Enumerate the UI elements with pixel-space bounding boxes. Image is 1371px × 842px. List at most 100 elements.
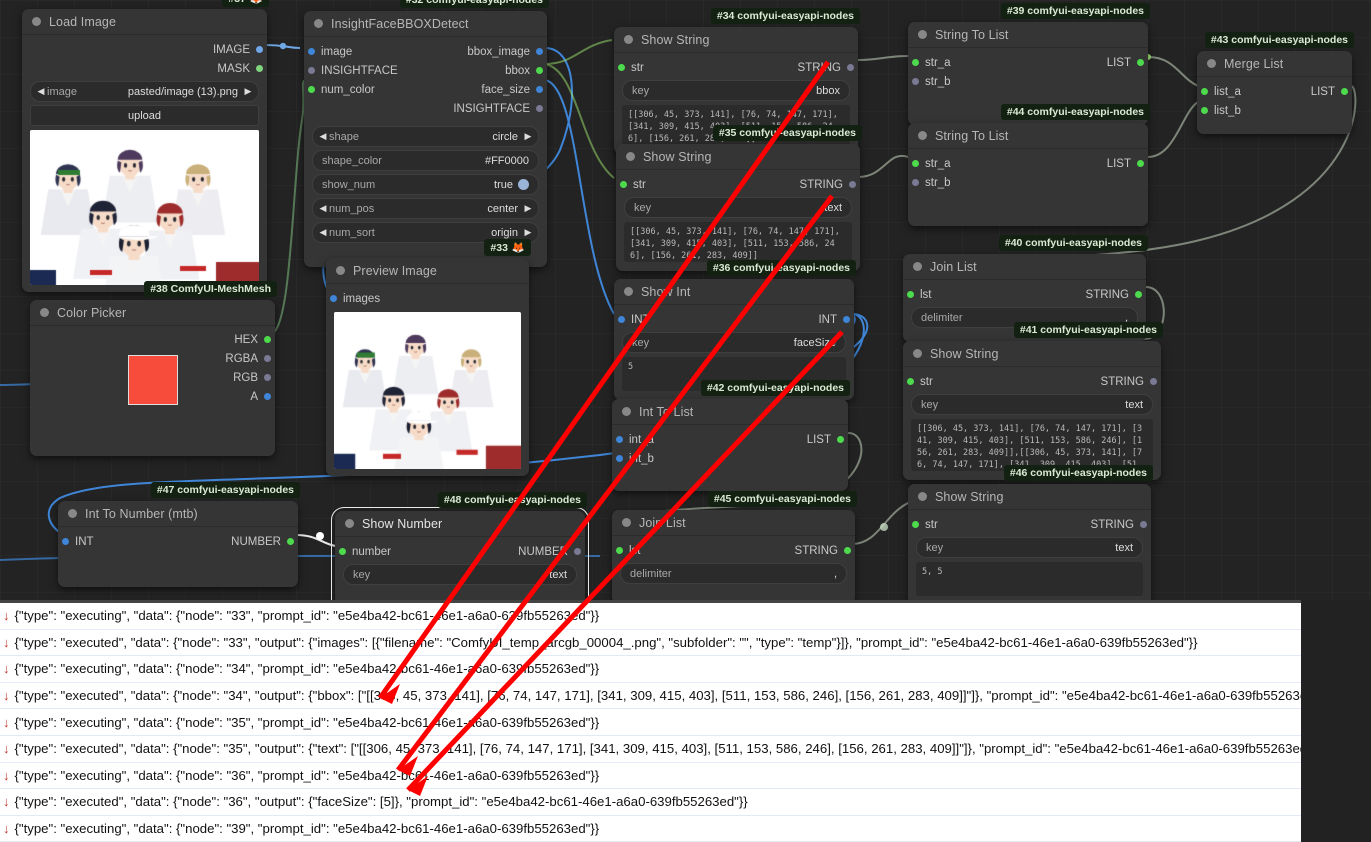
toggle-icon[interactable] [518,179,529,190]
collapse-dot-icon[interactable] [918,30,927,39]
output-string[interactable]: STRING [736,58,858,77]
port-dot-icon[interactable] [264,374,271,381]
port-dot-icon[interactable] [1201,107,1208,114]
input-list-a[interactable]: list_a [1197,82,1275,101]
port-dot-icon[interactable] [264,355,271,362]
log-row[interactable]: ↓ {"type": "executing", "data": {"node": … [0,656,1301,683]
input-images[interactable]: images [326,289,529,308]
output-mask[interactable]: MASK [22,59,267,78]
input-str[interactable]: str [903,372,1032,391]
node-title-bar[interactable]: Int To Number (mtb) [58,501,298,527]
chevron-right-icon[interactable]: ▶ [242,86,254,97]
port-dot-icon[interactable] [264,393,271,400]
widget-image[interactable]: ◀ image pasted/image (13).png ▶ [30,81,259,102]
port-dot-icon[interactable] [308,48,315,55]
chevron-left-icon[interactable]: ◀ [317,227,329,238]
collapse-dot-icon[interactable] [68,509,77,518]
node-title-bar[interactable]: Merge List [1197,51,1352,77]
port-dot-icon[interactable] [847,64,854,71]
node-title-bar[interactable]: Show String [908,484,1151,510]
node-string-to-list-44[interactable]: #44 comfyui-easyapi-nodes String To List… [908,104,1150,226]
widget-delimiter[interactable]: delimiter , [620,563,847,584]
widget-show-num[interactable]: show_num true [312,174,539,195]
collapse-dot-icon[interactable] [32,17,41,26]
output-text-box[interactable]: 5, 5 [916,562,1143,596]
log-row[interactable]: ↓ {"type": "executed", "data": {"node": "… [0,683,1301,710]
chevron-right-icon[interactable]: ▶ [522,203,534,214]
port-dot-icon[interactable] [256,46,263,53]
port-dot-icon[interactable] [536,105,543,112]
port-dot-icon[interactable] [308,86,315,93]
collapse-dot-icon[interactable] [913,262,922,271]
port-dot-icon[interactable] [256,65,263,72]
port-dot-icon[interactable] [264,336,271,343]
input-int[interactable]: INT [58,532,178,551]
port-dot-icon[interactable] [912,160,919,167]
port-dot-icon[interactable] [536,48,543,55]
output-bbox-image[interactable]: bbox_image [426,42,548,61]
output-a[interactable]: A [30,387,275,406]
output-number[interactable]: NUMBER [178,532,298,551]
port-dot-icon[interactable] [843,316,850,323]
output-rgba[interactable]: RGBA [30,349,275,368]
output-list[interactable]: LIST [1275,82,1353,101]
port-dot-icon[interactable] [849,181,856,188]
output-hex[interactable]: HEX [30,330,275,349]
widget-key[interactable]: key faceSize [622,332,846,353]
output-string[interactable]: STRING [1032,372,1161,391]
port-dot-icon[interactable] [618,316,625,323]
port-dot-icon[interactable] [574,548,581,555]
input-int-a[interactable]: int_a [612,430,730,449]
node-load-image[interactable]: #37🦊 Load Image IMAGE MASK [22,0,269,292]
output-rgb[interactable]: RGB [30,368,275,387]
input-list-b[interactable]: list_b [1197,101,1352,120]
port-dot-icon[interactable] [912,59,919,66]
input-str[interactable]: str [908,515,1030,534]
widget-num-pos[interactable]: ◀ num_pos center ▶ [312,198,539,219]
collapse-dot-icon[interactable] [345,519,354,528]
log-row[interactable]: ↓ {"type": "executing", "data": {"node": … [0,603,1301,630]
port-dot-icon[interactable] [536,86,543,93]
node-merge-list-43[interactable]: #43 comfyui-easyapi-nodes Merge List lis… [1197,32,1354,134]
output-image[interactable]: IMAGE [22,40,267,59]
log-row[interactable]: ↓ {"type": "executing", "data": {"node": … [0,816,1301,842]
output-string[interactable]: STRING [734,541,856,560]
log-row[interactable]: ↓ {"type": "executed", "data": {"node": "… [0,736,1301,763]
input-image[interactable]: image [304,42,426,61]
collapse-dot-icon[interactable] [622,518,631,527]
port-dot-icon[interactable] [330,295,337,302]
port-dot-icon[interactable] [616,455,623,462]
log-row[interactable]: ↓ {"type": "executed", "data": {"node": "… [0,789,1301,816]
port-dot-icon[interactable] [616,436,623,443]
widget-key[interactable]: key text [624,197,852,218]
port-dot-icon[interactable] [536,67,543,74]
port-dot-icon[interactable] [1137,160,1144,167]
workflow-canvas[interactable]: #37🦊 Load Image IMAGE MASK [0,0,1371,600]
chevron-left-icon[interactable]: ◀ [317,203,329,214]
node-int-to-number-47[interactable]: #47 comfyui-easyapi-nodes Int To Number … [58,482,300,587]
input-str-b[interactable]: str_b [908,72,1148,91]
node-title-bar[interactable]: String To List [908,123,1148,149]
output-string[interactable]: STRING [1025,285,1147,304]
port-dot-icon[interactable] [907,378,914,385]
output-int[interactable]: INT [734,310,854,329]
widget-key[interactable]: key text [343,564,577,585]
port-dot-icon[interactable] [837,436,844,443]
port-dot-icon[interactable] [912,521,919,528]
input-str[interactable]: str [616,175,738,194]
input-lst[interactable]: lst [903,285,1025,304]
collapse-dot-icon[interactable] [336,266,345,275]
widget-key[interactable]: key bbox [622,80,850,101]
node-title-bar[interactable]: Join List [612,510,855,536]
node-int-to-list-42[interactable]: #42 comfyui-easyapi-nodes Int To List in… [612,380,850,491]
input-str-b[interactable]: str_b [908,173,1148,192]
node-preview-image[interactable]: #33 🦊 Preview Image images [326,239,531,476]
port-dot-icon[interactable] [339,548,346,555]
chevron-left-icon[interactable]: ◀ [317,131,329,142]
input-str-a[interactable]: str_a [908,154,1028,173]
input-insightface[interactable]: INSIGHTFACE [304,61,426,80]
widget-shape[interactable]: ◀ shape circle ▶ [312,126,539,147]
widget-shape-color[interactable]: shape_color #FF0000 [312,150,539,171]
output-number[interactable]: NUMBER [460,542,585,561]
collapse-dot-icon[interactable] [624,35,633,44]
